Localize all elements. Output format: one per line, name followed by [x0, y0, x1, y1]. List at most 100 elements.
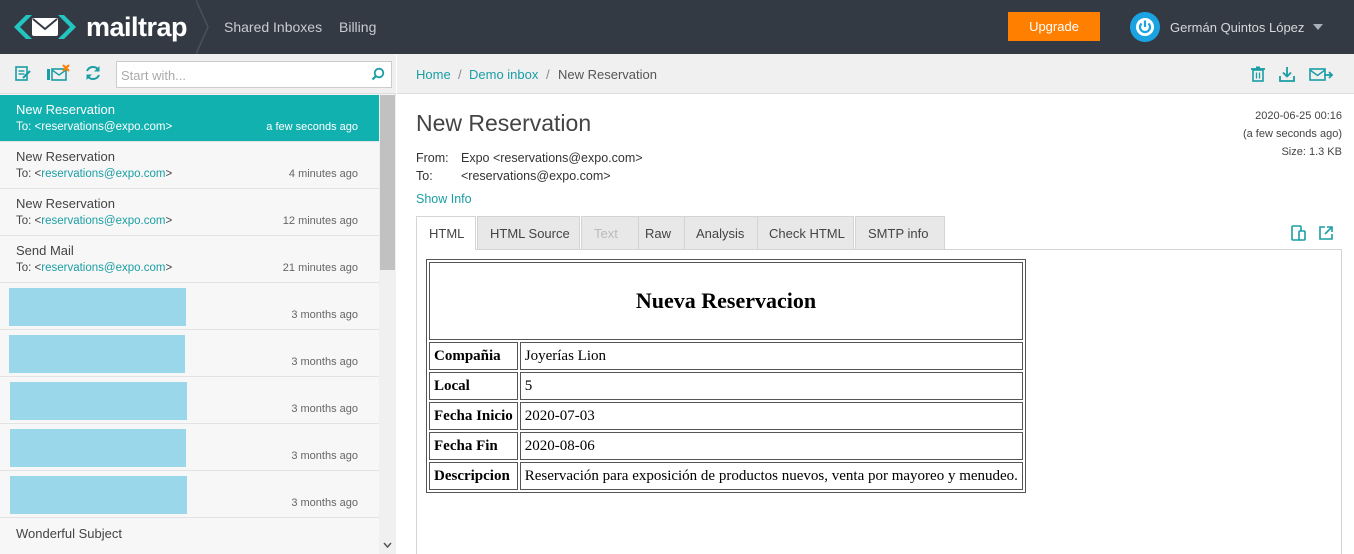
- message-item[interactable]: 3 months ago: [0, 377, 379, 424]
- field-label: Fecha Inicio: [429, 402, 518, 430]
- show-info-link[interactable]: Show Info: [416, 192, 472, 206]
- top-navbar: mailtrap Shared Inboxes Billing Upgrade …: [0, 0, 1354, 54]
- message-relative-time: (a few seconds ago): [1242, 128, 1342, 140]
- brand-name: mailtrap: [86, 11, 188, 42]
- to-value: <reservations@expo.com>: [461, 169, 611, 183]
- table-row: Compañia Joyerías Lion: [429, 342, 1023, 370]
- message-item[interactable]: 3 months ago: [0, 330, 379, 377]
- message-subject-title: New Reservation: [416, 110, 592, 136]
- message-item[interactable]: 3 months ago: [0, 283, 379, 330]
- field-label: Fecha Fin: [429, 432, 518, 460]
- field-value: 5: [519, 372, 1023, 400]
- message-item[interactable]: New Reservation To: <reservations@expo.c…: [0, 142, 379, 189]
- table-row: Nueva Reservacion: [429, 262, 1023, 340]
- message-item[interactable]: Send Mail To: <reservations@expo.com> 21…: [0, 236, 379, 283]
- nav-billing[interactable]: Billing: [339, 19, 376, 35]
- message-subject: Wonderful Subject: [16, 526, 122, 541]
- message-recipient: To: <reservations@expo.com>: [16, 168, 173, 180]
- power-icon: [1136, 18, 1154, 36]
- upgrade-button[interactable]: Upgrade: [1008, 12, 1100, 41]
- message-size: Size: 1.3 KB: [1281, 146, 1342, 158]
- tab-check-html[interactable]: Check HTML: [756, 216, 854, 249]
- message-subject: Send Mail: [16, 243, 74, 258]
- scrollbar-thumb[interactable]: [380, 95, 395, 270]
- to-label: To:: [416, 169, 433, 183]
- open-external-icon[interactable]: [1317, 224, 1335, 242]
- inbox-sidebar: New Reservation To: <reservations@expo.c…: [0, 54, 396, 554]
- tab-smtp-info[interactable]: SMTP info: [855, 216, 945, 249]
- clear-inbox-icon[interactable]: [46, 64, 70, 82]
- message-subject: New Reservation: [16, 149, 115, 164]
- search-input[interactable]: [121, 66, 361, 84]
- redacted-block: [9, 288, 186, 326]
- tab-analysis[interactable]: Analysis: [683, 216, 758, 249]
- message-subject: New Reservation: [16, 102, 115, 117]
- search-icon[interactable]: [371, 67, 385, 81]
- message-list-scrollbar[interactable]: [379, 95, 396, 554]
- from-label: From:: [416, 151, 449, 165]
- breadcrumb-inbox[interactable]: Demo inbox: [469, 67, 538, 82]
- message-subject: New Reservation: [16, 196, 115, 211]
- breadcrumb-separator: /: [546, 67, 550, 82]
- message-time: 3 months ago: [291, 450, 358, 462]
- message-item[interactable]: Wonderful Subject: [0, 518, 379, 554]
- user-avatar[interactable]: [1130, 12, 1160, 42]
- email-preview: Nueva Reservacion Compañia Joyerías Lion…: [416, 249, 1342, 554]
- responsive-view-icon[interactable]: [1290, 224, 1308, 242]
- user-name[interactable]: Germán Quintos López: [1170, 20, 1304, 35]
- tab-html-source[interactable]: HTML Source: [477, 216, 580, 249]
- breadcrumb-separator: /: [458, 67, 462, 82]
- message-datetime: 2020-06-25 00:16: [1255, 110, 1342, 122]
- refresh-icon[interactable]: [84, 64, 102, 82]
- search-box: [116, 61, 392, 88]
- inbox-toolbar: [0, 54, 396, 94]
- email-body-title: Nueva Reservacion: [429, 262, 1023, 340]
- nav-separator: [196, 0, 209, 54]
- mailtrap-logo-icon: [14, 15, 76, 39]
- breadcrumb-home[interactable]: Home: [416, 67, 451, 82]
- redacted-block: [9, 335, 185, 373]
- message-view: Home / Demo inbox / New Reservation New …: [397, 54, 1354, 554]
- forward-mail-icon[interactable]: [1308, 65, 1334, 83]
- message-item[interactable]: 3 months ago: [0, 424, 379, 471]
- message-time: 21 minutes ago: [282, 262, 358, 274]
- redacted-block: [10, 476, 187, 514]
- redacted-block: [10, 429, 186, 467]
- field-value: Reservación para exposición de productos…: [519, 462, 1023, 490]
- message-item[interactable]: New Reservation To: <reservations@expo.c…: [0, 95, 379, 142]
- message-item[interactable]: New Reservation To: <reservations@expo.c…: [0, 189, 379, 236]
- message-recipient: To: <reservations@expo.com>: [16, 262, 173, 274]
- tab-html-active[interactable]: HTML: [416, 216, 476, 250]
- field-value: Joyerías Lion: [519, 342, 1023, 370]
- field-value: 2020-07-03: [519, 402, 1023, 430]
- message-time: 3 months ago: [291, 309, 358, 321]
- tab-raw[interactable]: Raw: [632, 216, 685, 249]
- chevron-down-icon[interactable]: [383, 542, 392, 548]
- from-value: Expo <reservations@expo.com>: [461, 151, 643, 165]
- message-time: 3 months ago: [291, 356, 358, 368]
- breadcrumb-current: New Reservation: [558, 67, 657, 82]
- edit-inbox-icon[interactable]: [14, 64, 32, 82]
- download-icon[interactable]: [1278, 65, 1296, 83]
- message-time: 3 months ago: [291, 403, 358, 415]
- logo[interactable]: mailtrap: [14, 10, 188, 44]
- table-row: Fecha Fin 2020-08-06: [429, 432, 1023, 460]
- field-label: Local: [429, 372, 518, 400]
- message-recipient: To: <reservations@expo.com>: [16, 215, 173, 227]
- message-time: 3 months ago: [291, 497, 358, 509]
- tab-text: Text: [581, 216, 639, 249]
- field-label: Compañia: [429, 342, 518, 370]
- message-time: a few seconds ago: [266, 121, 358, 133]
- message-item[interactable]: 3 months ago: [0, 471, 379, 518]
- table-row: Fecha Inicio 2020-07-03: [429, 402, 1023, 430]
- redacted-block: [10, 382, 187, 420]
- email-body-table: Nueva Reservacion Compañia Joyerías Lion…: [426, 259, 1026, 493]
- nav-shared-inboxes[interactable]: Shared Inboxes: [224, 19, 322, 35]
- field-label: Descripcion: [429, 462, 518, 490]
- breadcrumb: Home / Demo inbox / New Reservation: [397, 54, 1354, 94]
- table-row: Descripcion Reservación para exposición …: [429, 462, 1023, 490]
- table-row: Local 5: [429, 372, 1023, 400]
- delete-icon[interactable]: [1249, 65, 1267, 83]
- chevron-down-icon[interactable]: [1313, 24, 1323, 30]
- message-recipient: To: <reservations@expo.com>: [16, 121, 173, 133]
